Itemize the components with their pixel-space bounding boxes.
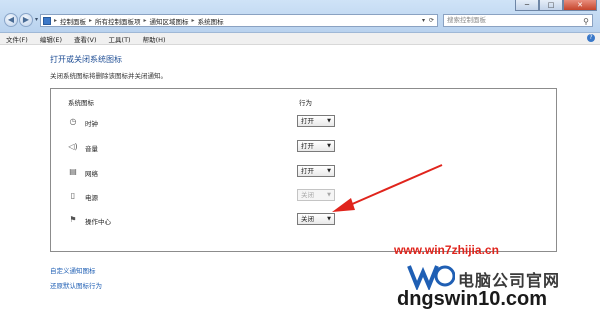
watermark-domain: dngswin10.com bbox=[397, 288, 548, 310]
watermark-logo bbox=[407, 265, 455, 290]
annotation-arrow-line bbox=[349, 164, 443, 206]
annotation-arrow-head bbox=[332, 198, 355, 212]
watermark-url: www.win7zhijia.cn bbox=[394, 243, 499, 257]
